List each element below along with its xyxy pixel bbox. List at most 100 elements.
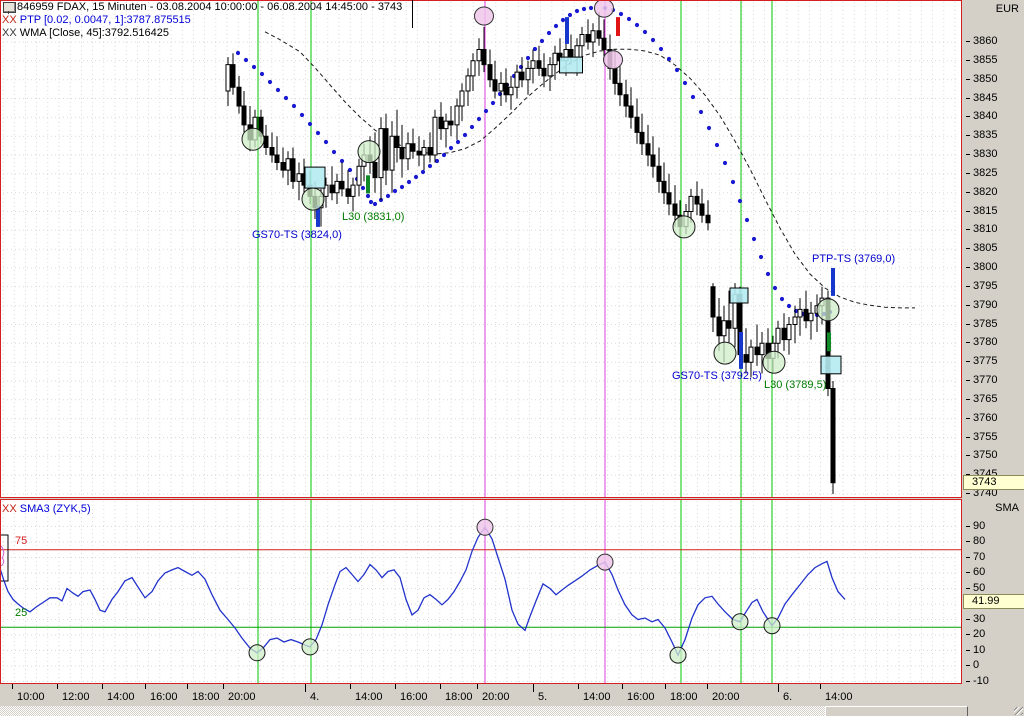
trade-marker-circle[interactable] — [816, 298, 840, 322]
indicator-xx-mark: XX — [2, 27, 17, 39]
signal-bar-green[interactable] — [827, 332, 831, 352]
time-tick-mark — [395, 684, 396, 689]
time-axis[interactable]: 10:00 12:00 14:00 16:00 18:00 20:00 4. 14:00 16:… — [0, 684, 962, 706]
signal-bar-blue[interactable] — [739, 332, 743, 369]
trade-annotation-label[interactable]: L30 (3789,5) — [764, 379, 826, 391]
trough-marker-circle[interactable] — [669, 646, 687, 664]
time-tick-label: 20:00 — [712, 691, 740, 703]
clipped-series-artifact — [0, 545, 5, 567]
time-tick-mark — [57, 684, 58, 689]
oscillator-svg — [0, 499, 962, 684]
time-tick-mark — [102, 684, 103, 689]
signal-bar-blue[interactable] — [565, 17, 569, 44]
trading-chart-window: 846959 FDAX, 15 Minuten - 03.08.2004 10:… — [0, 0, 1024, 716]
trade-marker-circle[interactable] — [357, 140, 381, 164]
price-chart-panel[interactable]: 846959 FDAX, 15 Minuten - 03.08.2004 10:… — [0, 0, 962, 498]
time-tick-mark — [707, 684, 708, 689]
oscillator-panel[interactable]: XX SMA3 (ZYK,5) 75 25 — [0, 499, 962, 684]
trade-marker-circle[interactable] — [762, 350, 786, 374]
time-tick-mark — [305, 684, 306, 692]
price-panel-border — [0, 0, 962, 498]
trade-marker-square[interactable] — [729, 287, 749, 304]
time-tick-label: 14:00 — [825, 691, 853, 703]
time-tick-mark — [665, 684, 666, 689]
trade-annotation-label[interactable]: GS70-TS (3792,5) — [672, 370, 762, 382]
wma-line — [264, 31, 915, 309]
indicator-xx-mark: XX — [2, 503, 17, 515]
overbought-level-label: 75 — [15, 535, 28, 547]
time-tick-label: 12:00 — [62, 691, 90, 703]
last-price-badge: 3743 — [963, 475, 1024, 490]
oscillator-axis[interactable]: SMA 90 80 70 60 50 30 20 10 0 -10 41.99 — [963, 499, 1024, 686]
peak-marker-circle[interactable] — [476, 518, 494, 536]
time-tick-mark — [350, 684, 351, 689]
time-tick-label: 18:00 — [192, 691, 220, 703]
trade-annotation-label[interactable]: GS70-TS (3824,0) — [252, 229, 342, 241]
time-tick-mark — [622, 684, 623, 689]
time-tick-label: 20:00 — [482, 691, 510, 703]
price-axis[interactable]: EUR 3860 3855 3850 3845 3840 3835 3830 3825 3820… — [963, 0, 1024, 499]
trough-marker-circle[interactable] — [763, 617, 781, 635]
indicator-wma-legend: XX WMA [Close, 45]:3792.516425 — [2, 27, 169, 39]
peak-marker-circle[interactable] — [603, 50, 623, 70]
trade-annotation-label[interactable]: PTP-TS (3769,0) — [812, 253, 895, 265]
indicator-sma-legend: XX SMA3 (ZYK,5) — [2, 503, 91, 515]
last-oscillator-badge: 41.99 — [963, 594, 1024, 609]
time-tick-label: 16:00 — [627, 691, 655, 703]
time-tick-label: 5. — [538, 691, 548, 703]
trough-marker-circle[interactable] — [301, 638, 319, 656]
time-tick-label: 20:00 — [228, 691, 256, 703]
time-tick-label: 10:00 — [17, 691, 45, 703]
time-tick-label: 16:00 — [150, 691, 178, 703]
time-tick-mark — [820, 684, 821, 689]
price-chart-svg — [0, 0, 962, 498]
title-cursor-caret — [412, 0, 413, 28]
trade-marker-circle[interactable] — [713, 341, 737, 365]
time-tick-label: 18:00 — [445, 691, 473, 703]
peak-marker-circle[interactable] — [594, 0, 614, 18]
time-tick-label: 4. — [310, 691, 320, 703]
time-tick-mark — [12, 684, 13, 689]
indicator-wma-text: WMA [Close, 45]:3792.516425 — [16, 27, 169, 39]
trough-marker-circle[interactable] — [731, 613, 749, 631]
trade-marker-square[interactable] — [559, 56, 583, 74]
time-tick-mark — [187, 684, 188, 689]
trade-marker-circle[interactable] — [301, 187, 325, 211]
trade-annotation-label[interactable]: L30 (3831,0) — [342, 211, 404, 223]
time-tick-mark — [223, 684, 224, 689]
candles-down — [230, 30, 836, 484]
time-tick-mark — [477, 684, 478, 689]
window-pin-icon[interactable] — [3, 2, 16, 14]
trade-marker-circle[interactable] — [672, 215, 696, 239]
signal-bar-green[interactable] — [366, 175, 370, 194]
time-tick-mark — [440, 684, 441, 689]
oscillator-axis-unit: SMA — [995, 502, 1019, 514]
trade-marker-square[interactable] — [820, 355, 842, 375]
sma3-line — [0, 526, 846, 657]
price-axis-unit: EUR — [995, 3, 1019, 15]
horizontal-scrollbar[interactable] — [0, 706, 968, 716]
chart-title: 846959 FDAX, 15 Minuten - 03.08.2004 10:… — [17, 1, 403, 13]
time-tick-label: 14:00 — [583, 691, 611, 703]
indicator-ptp-legend: XX PTP [0.02, 0.0047, 1]:3787.875515 — [2, 14, 191, 26]
indicator-ptp-text: PTP [0.02, 0.0047, 1]:3787.875515 — [16, 14, 191, 26]
trade-marker-square[interactable] — [304, 166, 326, 189]
oversold-level-label: 25 — [15, 607, 28, 619]
peak-marker-circle[interactable] — [474, 6, 494, 26]
time-tick-mark — [145, 684, 146, 689]
resize-grip-icon[interactable] — [1014, 707, 1023, 715]
candle-wicks — [227, 11, 834, 494]
status-corner — [968, 706, 1024, 716]
peak-marker-circle[interactable] — [596, 553, 614, 571]
indicator-xx-mark: XX — [2, 14, 17, 26]
time-tick-label: 6. — [783, 691, 793, 703]
grid — [2, 2, 958, 496]
scrollbar-thumb[interactable] — [825, 706, 968, 716]
signal-bar-red[interactable] — [616, 17, 620, 36]
trough-marker-circle[interactable] — [248, 644, 266, 662]
time-tick-mark — [778, 684, 779, 692]
trade-marker-circle[interactable] — [241, 127, 265, 151]
time-tick-label: 16:00 — [400, 691, 428, 703]
time-tick-mark — [533, 684, 534, 692]
signal-bar-blue[interactable] — [831, 268, 835, 296]
